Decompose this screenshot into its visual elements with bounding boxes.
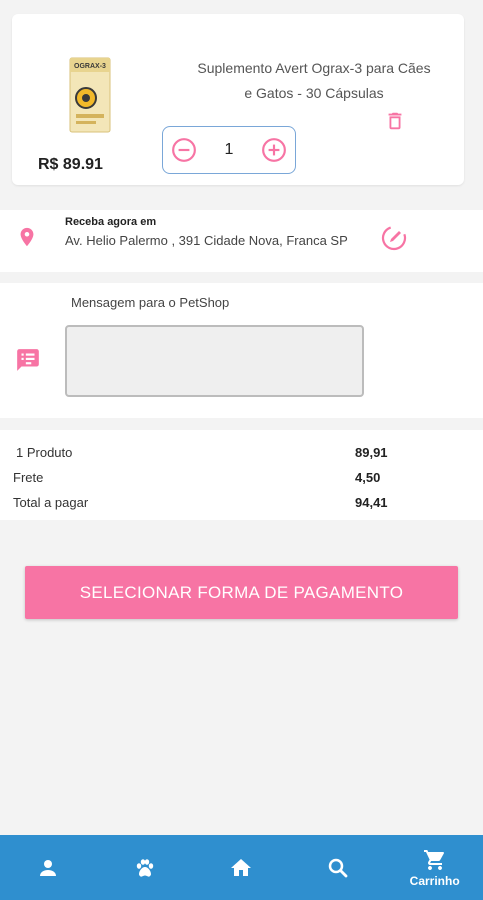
message-icon: [17, 349, 39, 371]
totals-section: 1 Produto 89,91 Frete 4,50 Total a pagar…: [0, 430, 483, 520]
quantity-stepper: 1: [162, 126, 296, 174]
message-label: Mensagem para o PetShop: [71, 295, 230, 310]
edit-icon[interactable]: [380, 224, 408, 252]
nav-item-search[interactable]: [290, 835, 387, 900]
nav-item-pets[interactable]: [97, 835, 194, 900]
totals-label: 1 Produto: [16, 445, 73, 460]
nav-cart-label: Carrinho: [409, 873, 460, 888]
select-payment-button[interactable]: SELECIONAR FORMA DE PAGAMENTO: [25, 566, 458, 619]
product-price: R$ 89.91: [38, 156, 103, 173]
paw-icon: [136, 858, 154, 877]
person-icon: [40, 859, 57, 876]
cart-icon: [423, 849, 444, 870]
totals-row-shipping: Frete 4,50: [0, 470, 483, 492]
message-section: Mensagem para o PetShop: [0, 283, 483, 418]
search-icon: [328, 858, 348, 877]
nav-item-cart[interactable]: Carrinho: [386, 835, 483, 900]
product-image: OGRAX-3: [69, 57, 111, 133]
product-name: Suplemento Avert Ograx-3 para Cães e Gat…: [197, 60, 431, 101]
address-text: Av. Helio Palermo , 391 Cidade Nova, Fra…: [65, 233, 348, 248]
totals-value: 89,91: [355, 445, 388, 460]
totals-value: 4,50: [355, 470, 381, 485]
totals-row-total: Total a pagar 94,41: [0, 495, 483, 517]
address-section: Receba agora em Av. Helio Palermo , 391 …: [0, 210, 483, 272]
bottom-nav: Carrinho: [0, 835, 483, 900]
message-input[interactable]: [65, 325, 364, 397]
trash-icon[interactable]: [384, 110, 406, 132]
product-box-text: OGRAX-3: [74, 63, 106, 70]
totals-row-products: 1 Produto 89,91: [0, 445, 483, 467]
plus-circle-icon[interactable]: [261, 137, 287, 163]
address-label: Receba agora em: [65, 216, 157, 228]
home-icon: [231, 858, 252, 876]
nav-item-home[interactable]: [193, 835, 290, 900]
minus-circle-icon[interactable]: [171, 137, 197, 163]
totals-label: Total a pagar: [13, 495, 89, 510]
quantity-value: 1: [224, 141, 234, 158]
totals-value: 94,41: [355, 495, 388, 510]
nav-item-profile[interactable]: [0, 835, 97, 900]
totals-label: Frete: [13, 470, 44, 485]
location-pin-icon: [20, 227, 34, 247]
product-card: OGRAX-3 Suplemento Avert Ograx-3 para Cã…: [12, 14, 464, 185]
